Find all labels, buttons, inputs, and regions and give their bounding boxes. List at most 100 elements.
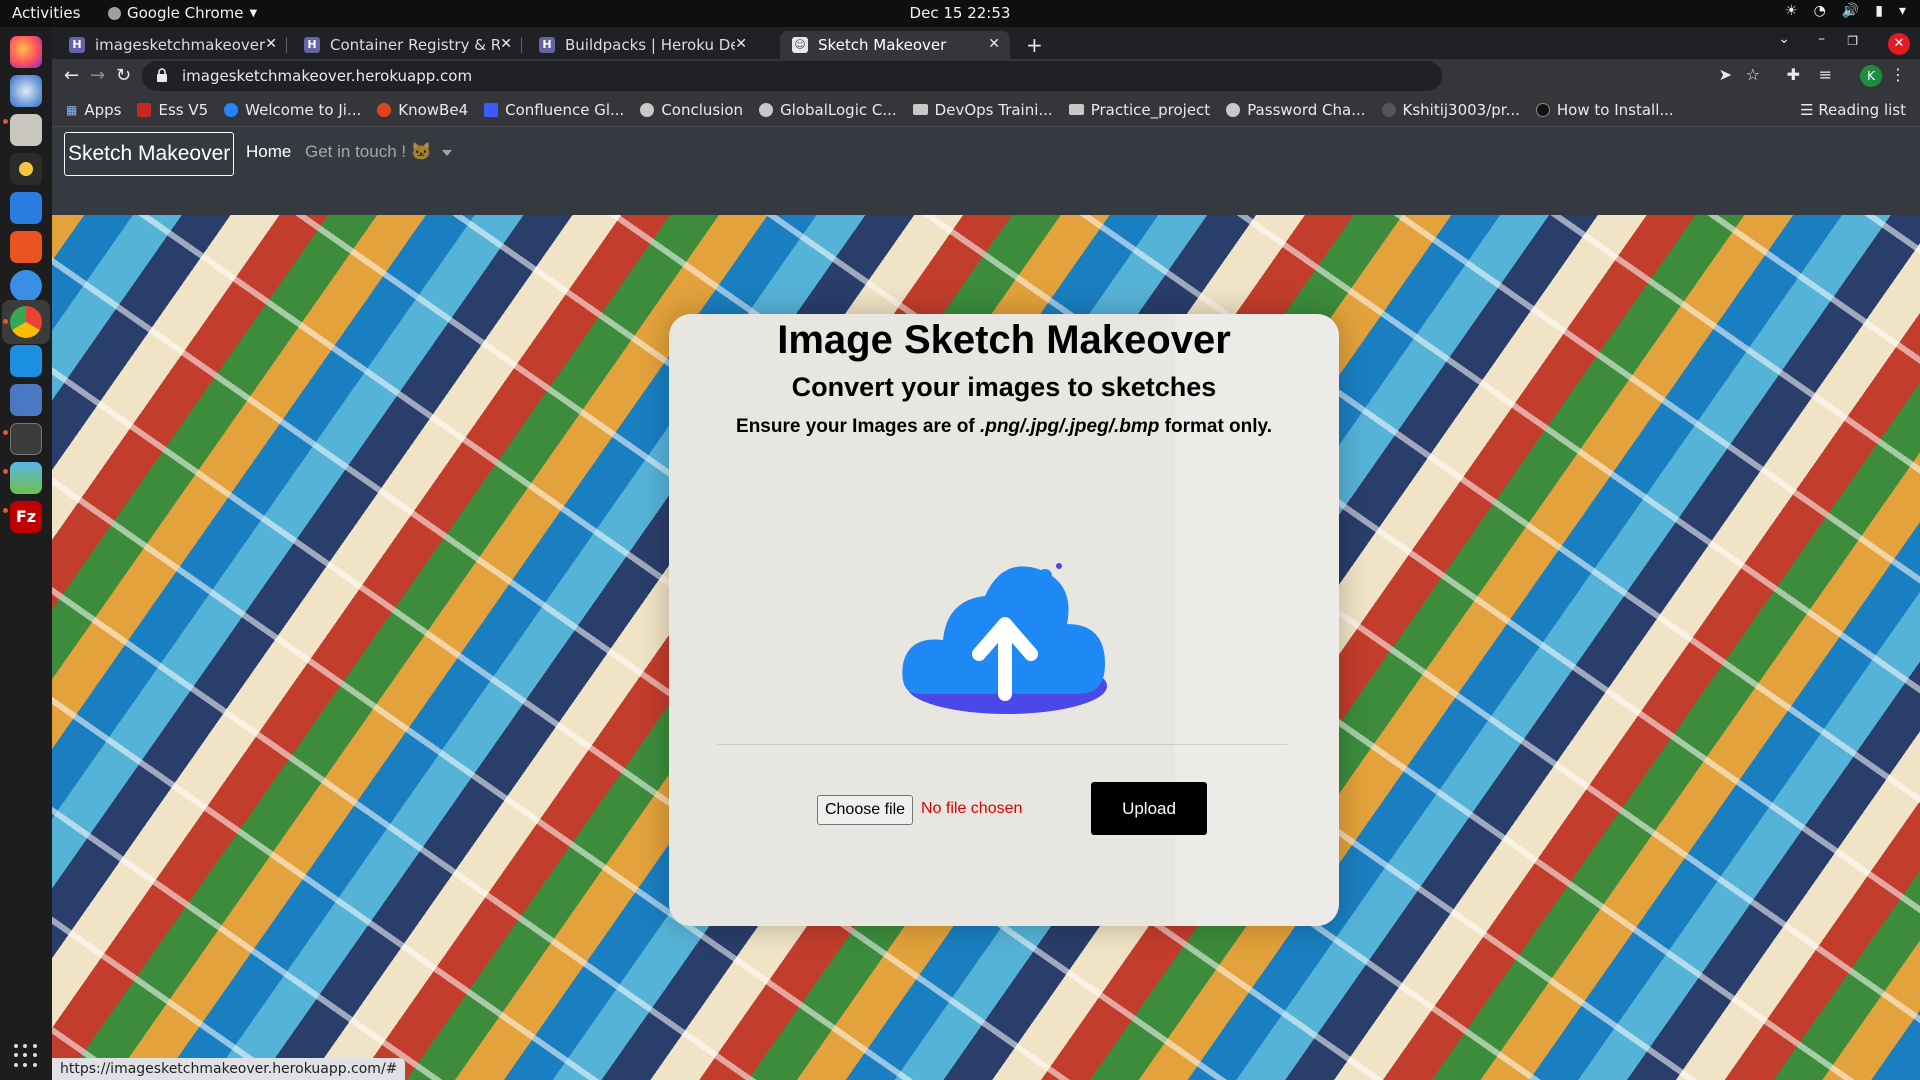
running-indicator — [3, 430, 8, 435]
writer-icon[interactable] — [10, 192, 42, 224]
bookmark-conclusion[interactable]: Conclusion — [640, 101, 743, 119]
bookmark-how-to-install[interactable]: How to Install... — [1535, 100, 1674, 119]
more-menu-icon[interactable]: ⋮ — [1890, 65, 1906, 84]
show-apps-icon[interactable] — [14, 1044, 38, 1068]
status-bubble-url: https://imagesketchmakeover.herokuapp.co… — [52, 1058, 406, 1080]
bookmark-jira[interactable]: Welcome to Ji... — [224, 101, 361, 119]
heroku-icon: H — [304, 37, 320, 53]
heroku-icon: H — [69, 37, 85, 53]
rhythmbox-icon[interactable] — [10, 153, 42, 185]
bookmark-knowbe4[interactable]: KnowBe4 — [377, 101, 468, 119]
files-icon[interactable] — [10, 114, 42, 146]
media-control-icon[interactable]: ≡ — [1819, 65, 1832, 84]
bookmark-label: Practice_project — [1090, 100, 1211, 119]
help-icon[interactable] — [10, 270, 42, 302]
jira-icon — [224, 102, 239, 117]
bookmark-globallogic[interactable]: GlobalLogic C... — [759, 101, 897, 119]
tab-container-registry[interactable]: H Container Registry & Runt ✕ — [292, 31, 522, 59]
tab-buildpacks[interactable]: H Buildpacks | Heroku Dev C ✕ — [527, 31, 757, 59]
bookmark-label: Password Cha... — [1247, 100, 1366, 119]
chrome-icon[interactable] — [10, 306, 42, 338]
bookmark-star-icon[interactable]: ☆ — [1746, 65, 1760, 84]
reload-button[interactable]: ↻ — [116, 65, 131, 86]
nav-get-in-touch-dropdown[interactable]: Get in touch ! 🐱 — [305, 142, 453, 162]
reading-list-label: Reading list — [1818, 101, 1906, 119]
bookmark-label: DevOps Traini... — [934, 100, 1053, 119]
image-viewer-icon[interactable] — [10, 462, 42, 494]
cloud-upload-icon — [902, 563, 1107, 714]
close-icon[interactable]: ✕ — [988, 36, 1000, 52]
clock[interactable]: Dec 15 22:53 — [910, 4, 1011, 22]
terminal-icon[interactable] — [10, 423, 42, 455]
tab-sketch-makeover[interactable]: ☺ Sketch Makeover ✕ — [780, 31, 1010, 59]
heroku-icon: H — [539, 37, 555, 53]
bookmark-label: Ess V5 — [158, 100, 209, 119]
upload-button[interactable]: Upload — [1091, 782, 1207, 835]
app-menu-label: Google Chrome — [127, 4, 244, 22]
extensions-icon[interactable]: ✚ — [1787, 65, 1800, 84]
bookmark-practice-project[interactable]: Practice_project — [1068, 100, 1211, 119]
close-icon[interactable]: ✕ — [265, 36, 277, 52]
filezilla-icon[interactable]: Fz — [10, 501, 42, 533]
bookmark-label: Kshitij3003/pr... — [1402, 100, 1520, 119]
network-tool-icon[interactable] — [10, 384, 42, 416]
sketch-icon: ☺ — [792, 37, 808, 53]
app-menu[interactable]: Google Chrome ▼ — [108, 4, 257, 22]
window-close-button[interactable]: ✕ — [1888, 33, 1910, 55]
choose-file-button[interactable]: Choose file — [817, 795, 913, 825]
profile-avatar[interactable]: K — [1860, 65, 1882, 87]
running-indicator — [3, 119, 8, 124]
running-indicator — [3, 319, 8, 324]
chrome-window: H imagesketchmakeover · G ✕ H Container … — [52, 27, 1920, 1080]
nav-home-link[interactable]: Home — [246, 142, 291, 162]
address-bar[interactable]: imagesketchmakeover.herokuapp.com — [142, 61, 1442, 91]
close-icon[interactable]: ✕ — [735, 36, 747, 52]
running-indicator — [3, 469, 8, 474]
bookmark-password-change[interactable]: Password Cha... — [1226, 100, 1366, 119]
tab-title: imagesketchmakeover · G — [95, 36, 265, 54]
bookmark-devops-training[interactable]: DevOps Traini... — [912, 100, 1053, 119]
site-navbar: Sketch Makeover Home Get in touch ! 🐱 — [52, 127, 1920, 215]
web-page: Sketch Makeover Home Get in touch ! 🐱 Im… — [52, 127, 1920, 1080]
page-title: Image Sketch Makeover — [777, 318, 1231, 362]
minimize-button[interactable]: – — [1818, 31, 1825, 47]
tab-imagesketchmakeover[interactable]: H imagesketchmakeover · G ✕ — [57, 31, 287, 59]
upload-card: Image Sketch Makeover Convert your image… — [669, 314, 1339, 926]
firefox-icon[interactable] — [10, 36, 42, 68]
remote-desktop-icon[interactable] — [10, 345, 42, 377]
bookmark-ess-v5[interactable]: Ess V5 — [137, 101, 208, 119]
card-divider — [717, 744, 1287, 745]
globe-icon — [1226, 102, 1241, 117]
back-button[interactable]: ← — [64, 65, 79, 86]
tab-title: Container Registry & Runt — [330, 36, 500, 54]
new-tab-button[interactable]: + — [1026, 33, 1043, 57]
format-note-suffix: format only. — [1159, 416, 1272, 437]
globe-icon — [640, 102, 655, 117]
bookmarks-bar: ▦ Apps Ess V5 Welcome to Ji... KnowBe4 Co… — [52, 93, 1920, 127]
bookmark-github[interactable]: Kshitij3003/pr... — [1381, 100, 1520, 119]
forward-button[interactable]: → — [90, 65, 105, 86]
reading-list-button[interactable]: ☰ Reading list — [1800, 101, 1906, 119]
tab-search-icon[interactable]: ⌄ — [1778, 31, 1790, 47]
restore-button[interactable]: ❐ — [1847, 34, 1858, 48]
software-center-icon[interactable] — [10, 231, 42, 263]
wifi-icon: ◔ — [1813, 3, 1826, 19]
folder-icon — [1068, 104, 1084, 115]
globe-icon — [759, 102, 774, 117]
format-note-formats: .png/.jpg/.jpeg/.bmp — [979, 416, 1160, 437]
bookmark-confluence[interactable]: Confluence Gl... — [484, 101, 624, 119]
knowbe4-icon — [377, 102, 392, 117]
close-icon[interactable]: ✕ — [500, 36, 512, 52]
folder-icon — [912, 104, 928, 115]
bookmark-apps[interactable]: ▦ Apps — [66, 101, 121, 119]
site-brand[interactable]: Sketch Makeover — [64, 132, 235, 176]
tab-title: Sketch Makeover — [818, 36, 947, 54]
send-icon[interactable]: ➤ — [1719, 65, 1732, 84]
bookmark-label: How to Install... — [1556, 100, 1674, 119]
system-tray[interactable]: ☀ ◔ 🔊 ▮ ▾ — [1785, 3, 1906, 19]
thunderbird-icon[interactable] — [10, 75, 42, 107]
activities-button[interactable]: Activities — [12, 4, 80, 22]
site-icon — [1535, 102, 1550, 117]
browser-toolbar: ← → ↻ imagesketchmakeover.herokuapp.com … — [52, 59, 1920, 93]
volume-icon: 🔊 — [1841, 3, 1860, 19]
